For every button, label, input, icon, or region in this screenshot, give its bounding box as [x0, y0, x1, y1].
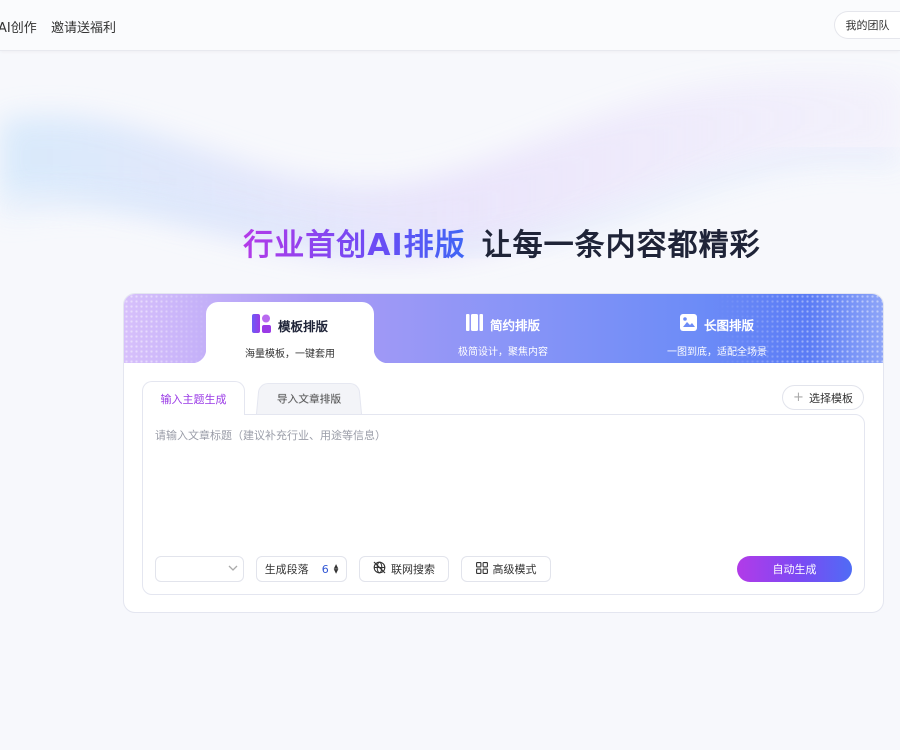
nav-item-ai-create[interactable]: AI创作 [0, 17, 37, 36]
article-title-input[interactable] [155, 427, 845, 537]
article-editor: 生成段落 6 ▲▼ 联网搜索 [142, 414, 865, 595]
columns-icon [465, 314, 483, 334]
my-team-button[interactable]: 我的团队 [834, 11, 900, 39]
auto-generate-button[interactable]: 自动生成 [737, 556, 852, 582]
tab-import-article[interactable]: 导入文章排版 [256, 382, 362, 414]
layout-generator-card: 模板排版 海量模板，一键套用 简约排版 极简设计，聚焦内容 长图排版 一图到底，… [123, 293, 884, 613]
type-select[interactable] [155, 556, 244, 582]
nav-item-invite-rewards[interactable]: 邀请送福利 [51, 17, 116, 36]
plus-icon: + [793, 390, 804, 405]
web-search-label: 联网搜索 [391, 563, 435, 576]
advanced-mode-label: 高级模式 [492, 563, 537, 576]
grid-icon [475, 561, 488, 577]
tab-input-topic[interactable]: 输入主题生成 [142, 381, 245, 415]
select-template-label: 选择模板 [808, 391, 853, 405]
mode-tab-long-image[interactable]: 长图排版 一图到底，适配全场景 [633, 302, 801, 363]
globe-off-icon [373, 561, 386, 577]
tab-import-article-label: 导入文章排版 [276, 392, 342, 406]
paragraph-label: 生成段落 [264, 563, 309, 576]
long-image-icon [679, 314, 697, 334]
headline-rest: 让每一条内容都精彩 [481, 228, 761, 263]
tab-input-topic-label: 输入主题生成 [160, 392, 227, 406]
chevron-down-icon [227, 562, 239, 577]
web-search-toggle[interactable]: 联网搜索 [359, 556, 449, 582]
mode-banner: 模板排版 海量模板，一键套用 简约排版 极简设计，聚焦内容 长图排版 一图到底，… [124, 294, 883, 363]
paragraph-count-stepper[interactable]: 生成段落 6 ▲ ▼ [256, 556, 347, 582]
mode-title-simple: 简约排版 [489, 317, 540, 333]
select-template-button[interactable]: + 选择模板 [782, 385, 864, 410]
stepper-arrows-icon[interactable]: ▲ ▼ [334, 564, 339, 575]
mode-subtitle-long-image: 一图到底，适配全场景 [667, 347, 767, 358]
advanced-mode-button[interactable]: 高级模式 [461, 556, 551, 582]
mode-subtitle-simple: 极简设计，聚焦内容 [458, 347, 548, 358]
top-navigation-bar: AI创作 邀请送福利 我的团队 [0, 0, 900, 51]
mode-subtitle-template: 海量模板，一键套用 [245, 349, 335, 360]
template-icon [251, 314, 271, 336]
paragraph-count-value: 6 [321, 562, 329, 576]
headline-highlight: 行业首创AI排版 [243, 228, 466, 263]
mode-tab-template[interactable]: 模板排版 海量模板，一键套用 [192, 302, 388, 363]
mode-tab-simple[interactable]: 简约排版 极简设计，聚焦内容 [419, 302, 587, 363]
mode-title-long-image: 长图排版 [703, 317, 754, 333]
mode-title-template: 模板排版 [277, 318, 328, 334]
page-headline: 行业首创AI排版 让每一条内容都精彩 [0, 220, 900, 264]
